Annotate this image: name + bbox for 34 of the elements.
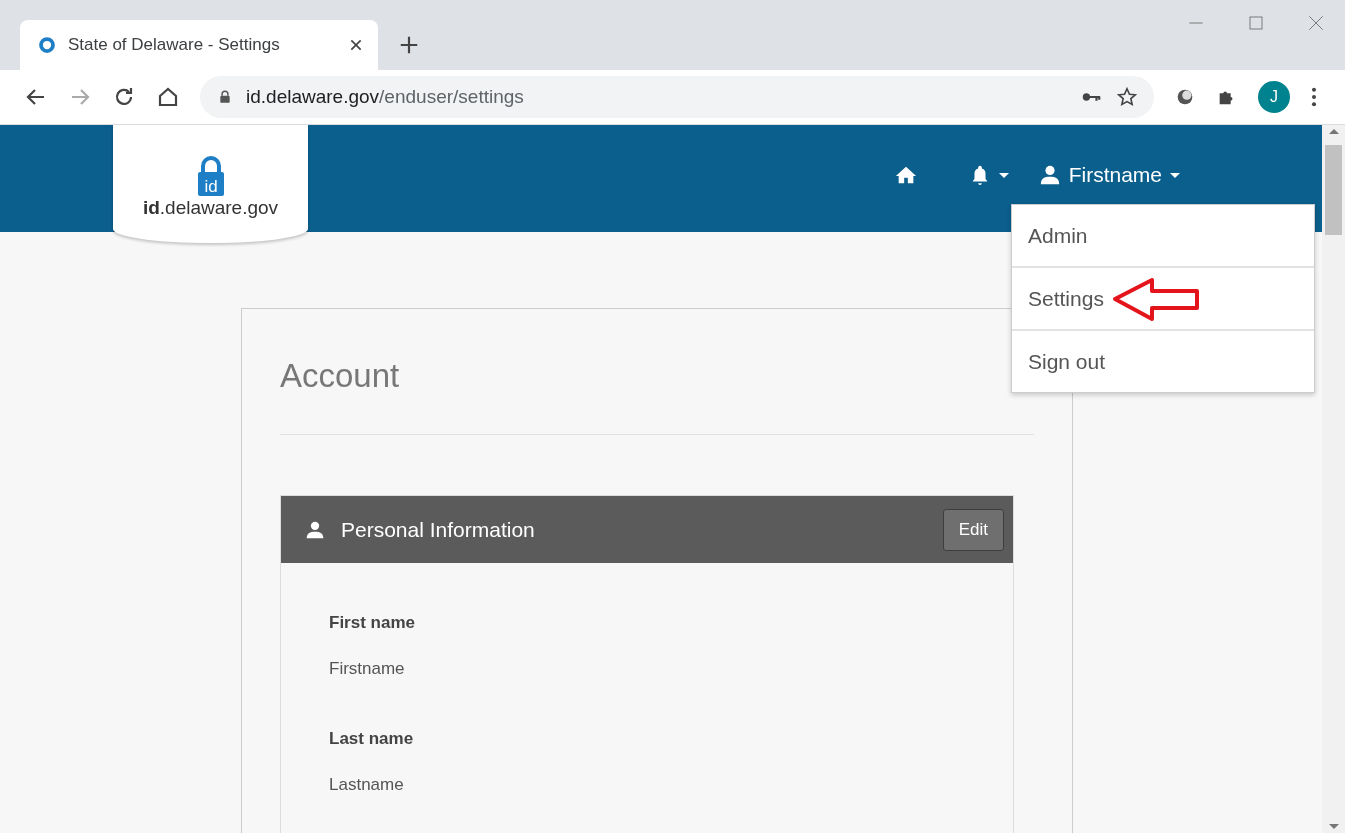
url-text: id.delaware.gov/enduser/settings [246, 86, 525, 108]
scrollbar[interactable] [1322, 125, 1345, 833]
caret-icon [998, 170, 1009, 180]
menu-item-label: Sign out [1028, 349, 1106, 374]
user-icon [1038, 164, 1061, 186]
menu-item[interactable]: Admin [1012, 205, 1314, 266]
more-icon[interactable] [1310, 86, 1318, 108]
user-icon [305, 519, 325, 540]
user-menu-toggle[interactable]: Firstname [1038, 163, 1180, 187]
menu-item[interactable]: Settings [1012, 266, 1314, 329]
home-link[interactable] [894, 164, 917, 186]
field-value: Firstname [329, 659, 406, 679]
star-icon[interactable] [1116, 86, 1138, 108]
home-icon[interactable] [156, 85, 180, 109]
panel-title: Personal Information [341, 517, 536, 542]
lock-icon [218, 89, 232, 105]
browser-tab[interactable]: State of Delaware - Settings [20, 20, 378, 70]
logo-card[interactable]: id id.delaware.gov [113, 125, 308, 243]
field-label: First name [329, 613, 416, 633]
menu-item-label: Settings [1028, 286, 1104, 311]
logo-text: id.delaware.gov [142, 197, 279, 219]
close-icon[interactable] [348, 37, 364, 53]
caret-icon [1170, 170, 1180, 180]
menu-item[interactable]: Sign out [1012, 329, 1314, 392]
scrollbar-thumb[interactable] [1325, 145, 1342, 235]
new-tab-icon[interactable] [398, 34, 420, 56]
address-bar[interactable]: id.delaware.gov/enduser/settings [200, 76, 1154, 118]
home-icon [894, 164, 917, 186]
field-label: Last name [329, 729, 415, 749]
menu-item-label: Admin [1028, 223, 1088, 248]
profile-avatar[interactable]: J [1258, 81, 1290, 113]
field-value: Lastname [329, 775, 405, 795]
tab-favicon-icon [38, 36, 56, 54]
edit-button[interactable]: Edit [942, 508, 1004, 551]
